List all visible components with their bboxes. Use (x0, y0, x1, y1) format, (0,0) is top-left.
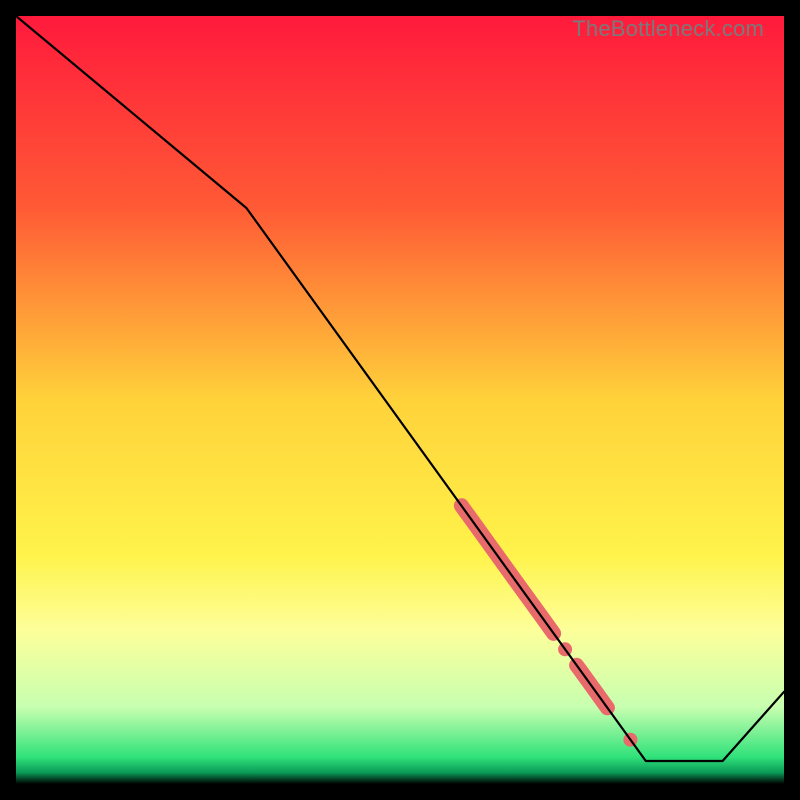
bottleneck-curve (16, 16, 784, 761)
watermark-text: TheBottleneck.com (572, 16, 764, 42)
chart-lines (16, 16, 784, 784)
chart-frame: TheBottleneck.com (16, 16, 784, 784)
